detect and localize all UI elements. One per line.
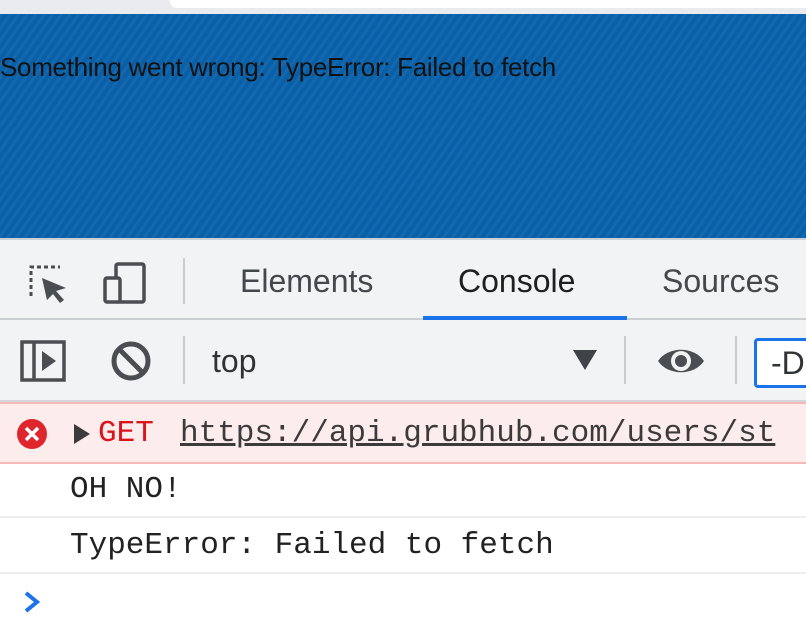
log-message: OH NO!: [70, 472, 182, 507]
chevron-down-icon[interactable]: [572, 348, 598, 372]
error-icon: [16, 418, 48, 450]
tab-elements[interactable]: Elements: [240, 240, 373, 320]
toolbar-divider: [183, 336, 185, 384]
request-method: GET: [98, 416, 154, 451]
request-url-link[interactable]: https://api.grubhub.com/users/st: [180, 416, 775, 451]
console-log-row: TypeError: Failed to fetch: [0, 520, 806, 574]
toolbar-divider: [735, 336, 737, 384]
sidebar-toggle-icon[interactable]: [18, 336, 68, 386]
console-log-row: OH NO!: [0, 464, 806, 518]
console-filter-input[interactable]: -D: [754, 338, 806, 388]
expand-triangle-icon[interactable]: [74, 424, 90, 444]
inspect-element-icon[interactable]: [22, 258, 72, 308]
chevron-right-icon: [22, 590, 42, 614]
console-error-row[interactable]: GET https://api.grubhub.com/users/st: [0, 402, 806, 464]
tab-console[interactable]: Console: [458, 240, 575, 320]
console-prompt[interactable]: [0, 576, 806, 624]
error-message: Something went wrong: TypeError: Failed …: [0, 52, 556, 82]
devtools-tab-bar: Elements Console Sources: [0, 238, 806, 320]
toolbar-divider: [624, 336, 626, 384]
console-toolbar: top -D: [0, 320, 806, 402]
tab-sources[interactable]: Sources: [662, 240, 779, 320]
live-expression-eye-icon[interactable]: [656, 336, 706, 386]
clear-console-icon[interactable]: [106, 336, 156, 386]
toolbar-divider: [183, 258, 185, 304]
context-selector[interactable]: top: [212, 342, 256, 380]
browser-top-strip: [0, 0, 806, 14]
browser-address-edge: [170, 0, 806, 8]
device-toolbar-icon[interactable]: [100, 258, 150, 308]
log-message: TypeError: Failed to fetch: [70, 528, 554, 563]
page-error-banner: Something went wrong: TypeError: Failed …: [0, 14, 806, 238]
devtools-panel: Elements Console Sources top -D GET http…: [0, 238, 806, 624]
